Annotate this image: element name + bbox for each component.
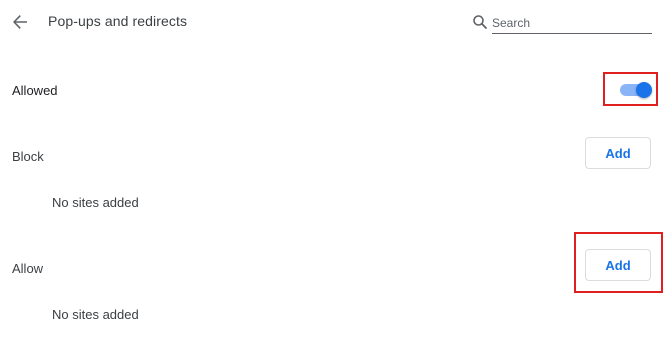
- allowed-toggle[interactable]: [620, 82, 652, 98]
- allow-empty-text: No sites added: [52, 307, 139, 322]
- allowed-label: Allowed: [12, 83, 58, 98]
- popups-settings-page: Pop-ups and redirects Allowed Block Add …: [0, 0, 671, 340]
- back-button[interactable]: [8, 10, 32, 34]
- search-input[interactable]: [492, 12, 652, 34]
- allow-section-label: Allow: [12, 261, 44, 276]
- allow-add-button[interactable]: Add: [585, 249, 651, 281]
- block-add-button[interactable]: Add: [585, 137, 651, 169]
- toggle-knob: [636, 82, 652, 98]
- arrow-back-icon: [13, 15, 27, 29]
- search-icon: [473, 15, 487, 29]
- block-empty-text: No sites added: [52, 195, 139, 210]
- search-box[interactable]: [472, 12, 652, 34]
- block-section-label: Block: [12, 149, 44, 164]
- page-title: Pop-ups and redirects: [48, 13, 188, 29]
